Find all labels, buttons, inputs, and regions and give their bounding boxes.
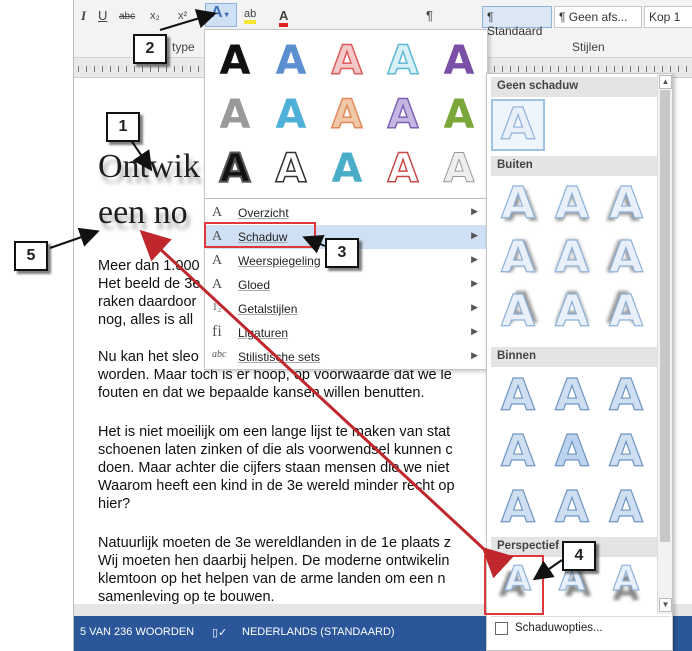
callout-2: 2 (133, 34, 167, 64)
callout-3-pointer (302, 234, 326, 254)
callout-1: 1 (106, 112, 140, 142)
callout-5: 5 (14, 241, 48, 271)
callout-5-pointer (49, 227, 100, 249)
callout-2-pointer (159, 9, 217, 31)
red-arrow (139, 229, 514, 579)
callout-4-pointer (532, 559, 563, 581)
callout-4: 4 (562, 541, 596, 571)
callout-3: 3 (325, 238, 359, 268)
